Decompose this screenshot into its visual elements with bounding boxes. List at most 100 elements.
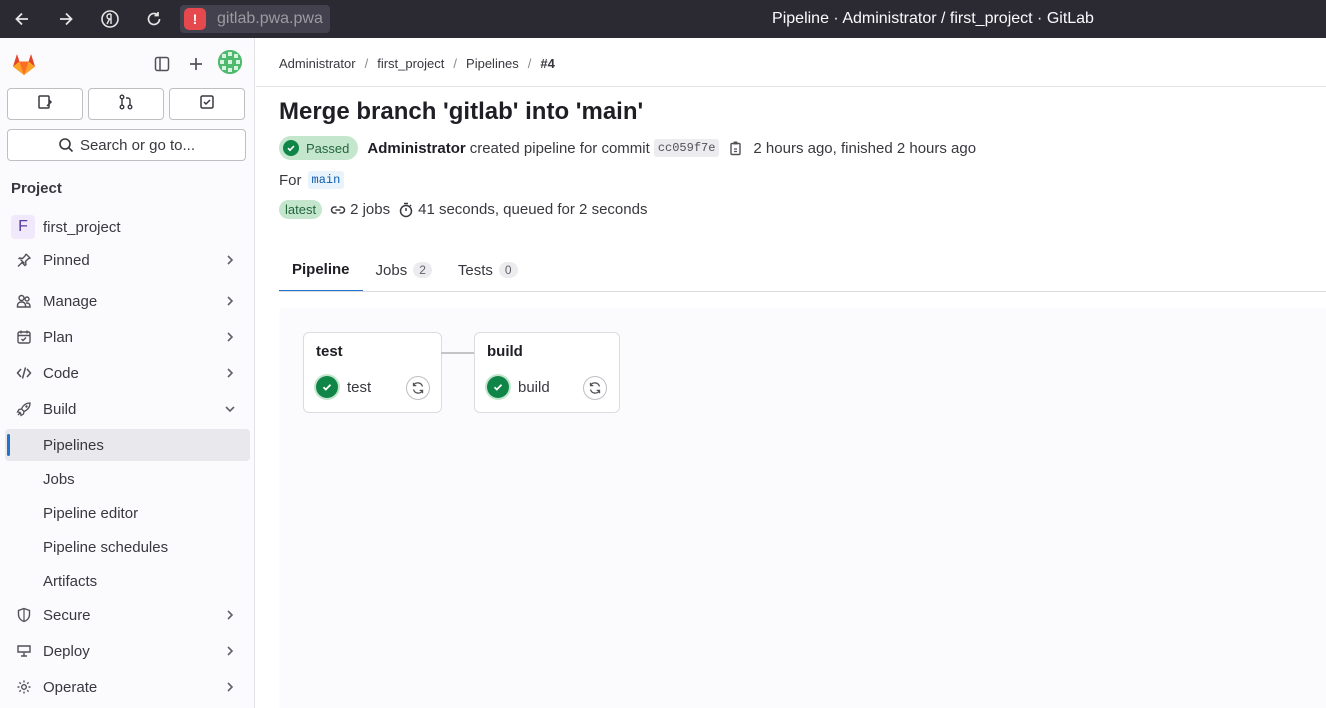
for-label: For <box>279 171 302 189</box>
ref-row: For main <box>279 171 345 189</box>
retry-button[interactable] <box>583 376 607 400</box>
pipeline-meta: Passed Administrator created pipeline fo… <box>279 136 976 160</box>
project-avatar: F <box>11 215 35 239</box>
issues-button[interactable] <box>7 88 83 120</box>
cloud-gear-icon <box>14 679 34 695</box>
browser-toolbar: ! gitlab.pwa.pwa Pipeline · Administrato… <box>0 0 1326 38</box>
chevron-right-icon <box>227 255 234 265</box>
sidebar-item-pinned[interactable]: Pinned <box>5 244 250 276</box>
retry-button[interactable] <box>406 376 430 400</box>
address-bar[interactable]: ! gitlab.pwa.pwa <box>180 5 330 33</box>
search-icon <box>59 138 74 153</box>
shield-icon <box>14 607 34 623</box>
sidebar-item-deploy[interactable]: Deploy <box>5 635 250 667</box>
breadcrumb-separator: / <box>527 56 532 71</box>
breadcrumb-pipelines[interactable]: Pipelines <box>466 56 519 71</box>
issues-icon <box>37 94 53 114</box>
ref-link[interactable]: main <box>307 171 345 189</box>
job-name: build <box>518 378 550 396</box>
sidebar-item-label: Secure <box>43 606 91 624</box>
chevron-right-icon <box>227 332 234 342</box>
duration-text: 41 seconds, queued for 2 seconds <box>418 201 648 218</box>
stage-build: build build <box>474 332 620 413</box>
sidebar-item-manage[interactable]: Manage <box>5 285 250 317</box>
deploy-icon <box>14 643 34 659</box>
time-text: 2 hours ago, finished 2 hours ago <box>753 139 977 157</box>
sidebar-item-label: Deploy <box>43 642 90 660</box>
tab-count: 0 <box>498 262 518 278</box>
latest-badge: latest <box>279 200 323 219</box>
check-circle-icon <box>316 376 338 398</box>
pipeline-tabs: Pipeline Jobs 2 Tests 0 <box>279 248 531 292</box>
stage-connector <box>441 352 474 354</box>
status-badge[interactable]: Passed <box>279 136 359 160</box>
tab-tests[interactable]: Tests 0 <box>445 248 531 292</box>
chevron-right-icon <box>227 610 234 620</box>
pipeline-tags: latest 2 jobs 41 seconds, queued for 2 s… <box>279 200 647 219</box>
todos-button[interactable] <box>169 88 245 120</box>
tab-pipeline[interactable]: Pipeline <box>279 248 363 292</box>
chevron-right-icon <box>227 646 234 656</box>
sidebar-section-title: Project <box>11 180 62 197</box>
chevron-right-icon <box>227 296 234 306</box>
chevron-down-icon <box>225 406 235 413</box>
project-name: first_project <box>43 218 121 236</box>
tab-jobs[interactable]: Jobs 2 <box>363 248 445 292</box>
chevron-right-icon <box>227 368 234 378</box>
check-circle-icon <box>487 376 509 398</box>
breadcrumb-separator: / <box>364 56 369 71</box>
job-build[interactable]: build <box>487 376 550 398</box>
breadcrumb-project[interactable]: first_project <box>377 56 444 71</box>
commit-sha[interactable]: cc059f7e <box>653 139 720 157</box>
tab-count: 2 <box>413 262 432 278</box>
window-title: Pipeline · Administrator / first_project… <box>772 10 1094 27</box>
sidebar-item-secure[interactable]: Secure <box>5 599 250 631</box>
breadcrumb-current[interactable]: #4 <box>540 56 554 71</box>
search-button[interactable]: Search or go to... <box>7 129 246 161</box>
sidebar-item-label: Operate <box>43 678 98 696</box>
stage-name: test <box>316 343 343 360</box>
sidebar-item-pipeline-schedules[interactable]: Pipeline schedules <box>5 531 250 563</box>
sidebar-toggle-icon[interactable] <box>150 52 174 76</box>
main-content: Administrator / first_project / Pipeline… <box>256 38 1326 708</box>
timer-icon <box>398 202 414 218</box>
pipeline-graph: test test build build <box>279 308 1326 708</box>
tab-label: Pipeline <box>292 260 350 278</box>
sidebar-item-pipelines[interactable]: Pipelines <box>5 429 250 461</box>
avatar[interactable] <box>218 50 242 74</box>
sidebar-item-pipeline-editor[interactable]: Pipeline editor <box>5 497 250 529</box>
sidebar-item-build[interactable]: Build <box>5 393 250 425</box>
sidebar-item-jobs[interactable]: Jobs <box>5 463 250 495</box>
merge-requests-button[interactable] <box>88 88 164 120</box>
sidebar-item-label: Manage <box>43 292 98 310</box>
sidebar-item-code[interactable]: Code <box>5 357 250 389</box>
author-link[interactable]: Administrator <box>367 140 465 157</box>
sidebar: Search or go to... Project F first_proje… <box>0 38 255 708</box>
users-icon <box>14 293 34 309</box>
breadcrumb: Administrator / first_project / Pipeline… <box>279 56 555 71</box>
tab-label: Jobs <box>375 261 408 279</box>
yandex-icon[interactable] <box>88 0 132 38</box>
action-text: created pipeline for commit <box>469 139 650 157</box>
gitlab-logo-icon[interactable] <box>10 50 38 78</box>
page-title: Merge branch 'gitlab' into 'main' <box>279 98 644 125</box>
project-link[interactable]: F first_project <box>11 215 121 239</box>
plus-icon[interactable] <box>184 52 208 76</box>
back-icon[interactable] <box>0 0 44 38</box>
sidebar-item-artifacts[interactable]: Artifacts <box>5 565 250 597</box>
reload-icon[interactable] <box>132 0 176 38</box>
todo-icon <box>199 94 215 114</box>
tabs-divider <box>279 291 1326 292</box>
copy-icon[interactable] <box>728 140 744 156</box>
retry-icon <box>412 382 424 394</box>
sidebar-item-operate[interactable]: Operate <box>5 671 250 703</box>
sidebar-item-label: Pinned <box>43 251 90 269</box>
sidebar-item-label: Build <box>43 400 77 418</box>
forward-icon[interactable] <box>44 0 88 38</box>
tab-label: Tests <box>457 261 493 279</box>
stage-name: build <box>487 343 523 360</box>
header-divider <box>256 86 1326 87</box>
sidebar-item-plan[interactable]: Plan <box>5 321 250 353</box>
job-test[interactable]: test <box>316 376 371 398</box>
breadcrumb-administrator[interactable]: Administrator <box>279 56 356 71</box>
